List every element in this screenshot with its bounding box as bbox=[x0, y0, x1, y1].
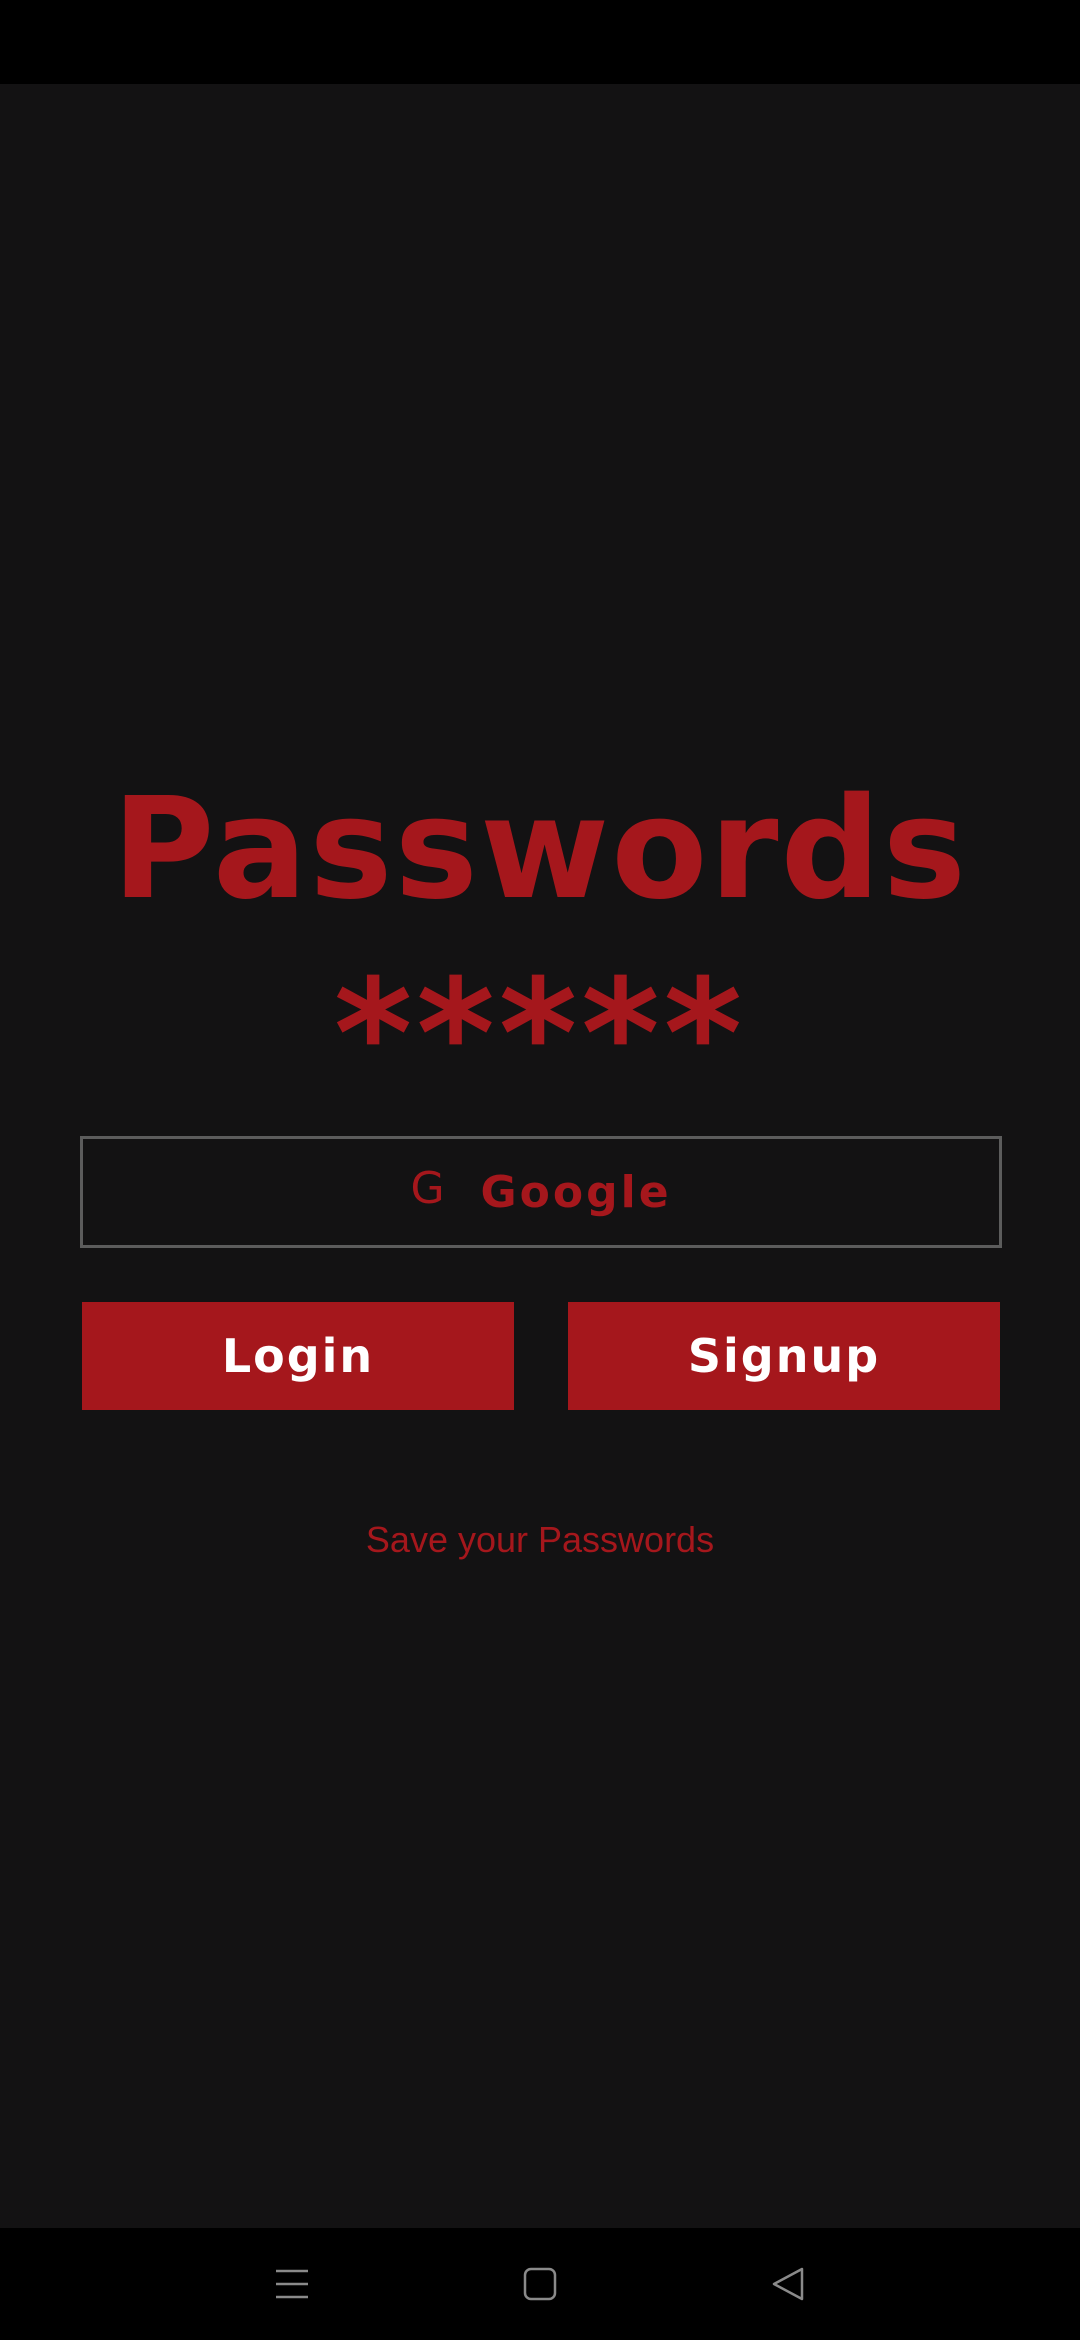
signup-button-label: Signup bbox=[687, 1329, 881, 1383]
menu-icon bbox=[276, 2269, 308, 2299]
navigation-bar bbox=[0, 2228, 1080, 2340]
app-stars: ***** bbox=[333, 948, 747, 1122]
google-signin-button[interactable]: G Google bbox=[80, 1136, 1002, 1248]
google-button-label: Google bbox=[480, 1166, 672, 1218]
google-icon: G bbox=[410, 1163, 445, 1214]
app-title: Passwords bbox=[111, 768, 969, 931]
nav-back-button[interactable] bbox=[728, 2228, 848, 2340]
nav-menu-button[interactable] bbox=[232, 2228, 352, 2340]
back-icon bbox=[772, 2267, 804, 2301]
status-bar bbox=[0, 0, 1080, 84]
tagline: Save your Passwords bbox=[365, 1519, 715, 1560]
nav-home-button[interactable] bbox=[480, 2228, 600, 2340]
signup-button[interactable]: Signup bbox=[568, 1302, 1000, 1410]
home-icon bbox=[523, 2267, 557, 2301]
login-button-label: Login bbox=[221, 1329, 375, 1383]
login-button[interactable]: Login bbox=[82, 1302, 514, 1410]
